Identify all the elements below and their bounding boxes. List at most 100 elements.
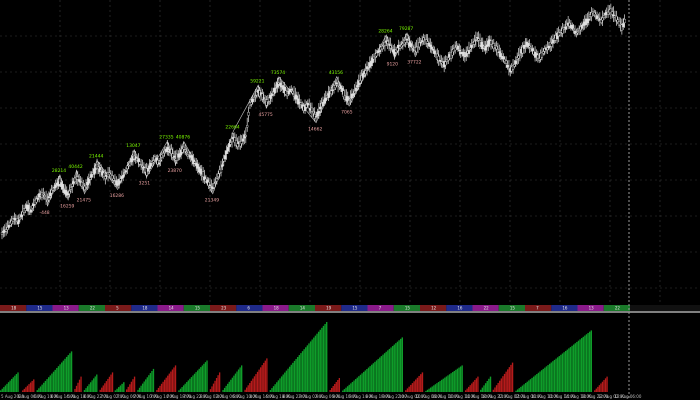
histogram-bar xyxy=(167,375,169,392)
histogram-bar xyxy=(116,388,118,392)
candle-body xyxy=(50,189,53,194)
candle-body xyxy=(290,89,293,91)
histogram-bar xyxy=(553,359,556,392)
histogram-bar xyxy=(15,374,18,392)
histogram-bar xyxy=(59,364,61,392)
histogram-bar xyxy=(545,366,548,392)
candle-body xyxy=(575,33,578,35)
histogram-bar xyxy=(290,364,292,392)
candle-body xyxy=(89,177,92,180)
candle-body xyxy=(90,174,93,178)
candle-body xyxy=(47,196,50,198)
session-band-label: 16 xyxy=(457,306,463,311)
histogram-bar xyxy=(17,372,19,392)
histogram-bar xyxy=(600,383,602,392)
histogram-bar xyxy=(276,382,278,392)
histogram-bar xyxy=(442,378,444,392)
swing-low-label: 37722 xyxy=(407,60,421,66)
histogram-bar xyxy=(88,384,90,392)
histogram-bar xyxy=(127,386,129,392)
histogram-bar xyxy=(233,375,235,392)
candle-body xyxy=(251,98,254,103)
histogram-bar xyxy=(308,343,310,392)
session-band-label: 16 xyxy=(562,306,568,311)
histogram-bar xyxy=(387,350,389,392)
histogram-bar xyxy=(481,387,484,392)
histogram-bar xyxy=(204,362,207,392)
histogram-bar xyxy=(385,351,387,392)
candle-body xyxy=(572,28,575,30)
candle-body xyxy=(458,49,461,52)
swing-high-labels: 2821440442 21444 13047 27335 40876 22664 59221… xyxy=(52,26,414,174)
swing-high-label: 79287 xyxy=(399,26,413,32)
histogram-bar xyxy=(231,377,234,392)
swing-high-label: 43156 xyxy=(329,70,343,76)
histogram-bar xyxy=(447,375,449,392)
histogram-bar xyxy=(413,381,415,392)
session-band-label: 15 xyxy=(510,306,516,311)
histogram-bar xyxy=(505,371,507,392)
histogram-bar xyxy=(209,389,212,392)
histogram-bar xyxy=(160,383,163,392)
histogram-bar xyxy=(345,387,347,392)
histogram-bar xyxy=(331,388,333,392)
histogram-bar xyxy=(494,387,496,392)
histogram-bar xyxy=(569,347,572,392)
histogram-bar xyxy=(163,379,166,392)
histogram-bar xyxy=(236,371,238,392)
histogram-bar xyxy=(156,389,158,392)
candle-body xyxy=(44,197,48,200)
candle-body xyxy=(430,46,433,50)
histogram-bar xyxy=(511,362,514,392)
histogram-bar xyxy=(343,389,346,392)
histogram-bar xyxy=(230,379,232,392)
candle-body xyxy=(69,187,72,190)
histogram-bar xyxy=(258,369,260,392)
histogram-bar xyxy=(250,380,253,392)
histogram-bar xyxy=(520,386,522,392)
swing-low-label: -448 xyxy=(39,210,49,216)
histogram-bar xyxy=(211,386,213,392)
histogram-bar xyxy=(521,385,524,392)
histogram-bar xyxy=(227,383,229,392)
candle-body xyxy=(190,155,194,161)
histogram-bar xyxy=(415,379,417,392)
histogram-bar xyxy=(464,390,467,392)
histogram-bar xyxy=(515,390,517,392)
histogram-bar xyxy=(46,379,48,392)
candle-body xyxy=(17,219,20,224)
histogram-bar xyxy=(123,382,125,392)
swing-high-label: 22664 xyxy=(225,124,239,130)
histogram-bar xyxy=(576,341,578,392)
swing-low-label: 3251 xyxy=(139,181,151,187)
candle-body xyxy=(547,45,550,49)
histogram-pane xyxy=(0,322,608,392)
histogram-bar xyxy=(367,367,370,392)
histogram-bar xyxy=(564,350,567,392)
candle-body xyxy=(467,50,471,54)
candle-body xyxy=(173,155,176,158)
histogram-bar xyxy=(561,353,564,392)
candle-body xyxy=(312,111,315,114)
session-band-label: 22 xyxy=(90,306,96,311)
histogram-bar xyxy=(149,373,152,392)
candle-body xyxy=(102,172,106,177)
histogram-bar xyxy=(222,389,224,392)
histogram-bar xyxy=(41,384,43,392)
candle-body xyxy=(157,162,161,165)
histogram-bar xyxy=(47,377,50,392)
candle-body xyxy=(327,93,330,98)
histogram-bar xyxy=(383,353,386,392)
histogram-bar xyxy=(597,386,599,392)
candle-body xyxy=(411,46,414,48)
histogram-bar xyxy=(179,388,182,392)
swing-high-label: 21444 xyxy=(89,154,103,160)
histogram-bar xyxy=(14,375,16,392)
candle-body xyxy=(524,44,527,47)
candle-body xyxy=(129,161,132,164)
histogram-bar xyxy=(151,371,153,392)
histogram-bar xyxy=(303,349,305,392)
candle-body xyxy=(489,40,493,45)
histogram-bar xyxy=(552,361,554,392)
chart-root: 28214 40442 21444 13047 27335 40876 22664 59221… xyxy=(0,0,700,400)
